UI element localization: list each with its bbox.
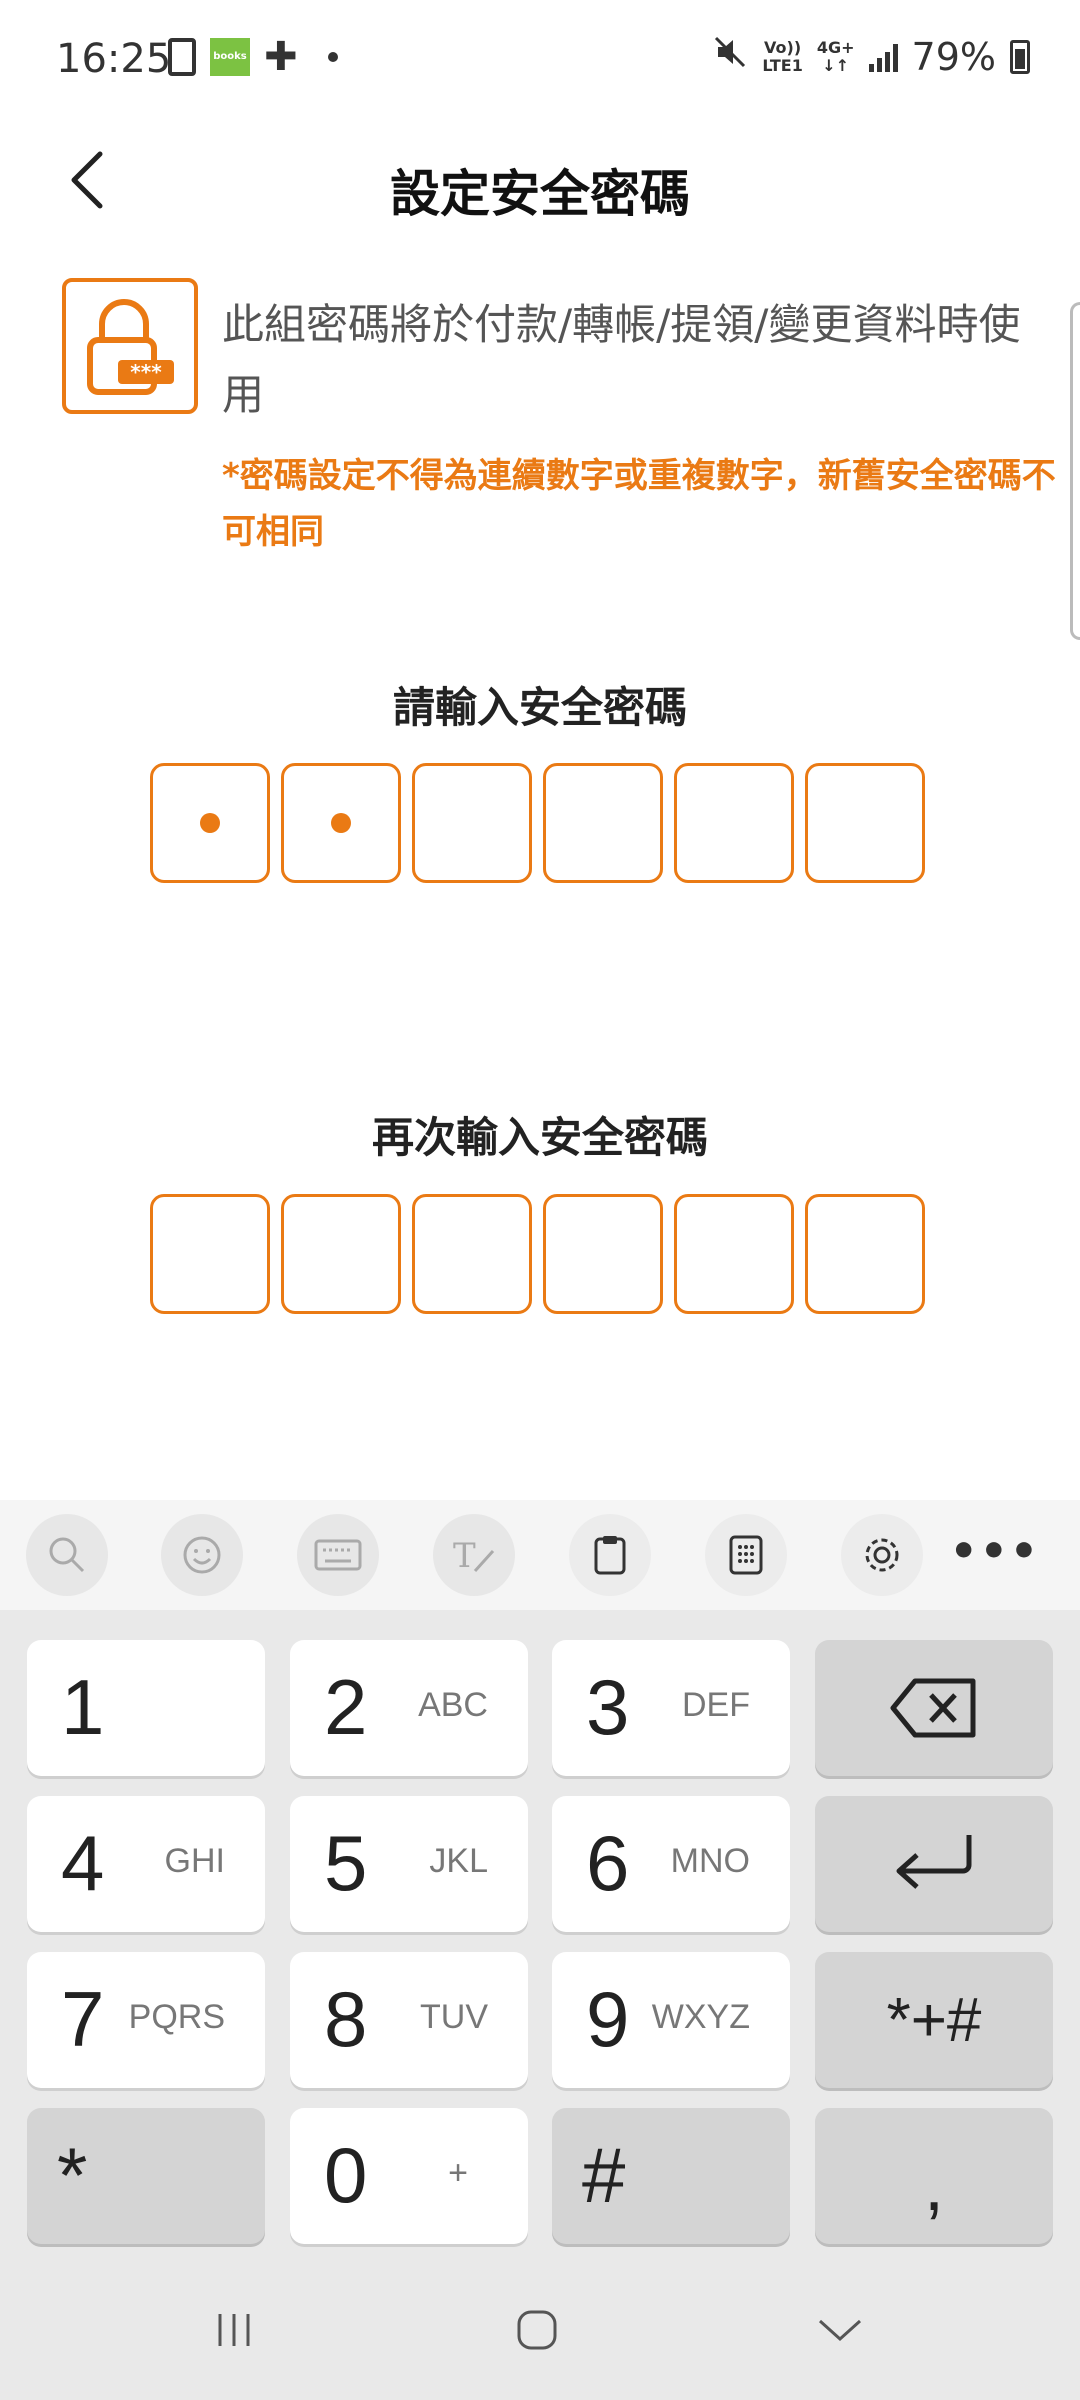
key-number: 5 [324,1819,368,1907]
key-6[interactable]: 6 MNO [552,1796,790,1932]
key-number: 4 [61,1819,105,1907]
battery-percent: 79% [911,34,996,79]
battery-icon [1010,39,1030,74]
key-number: 9 [586,1975,630,2063]
volte-label: Vo)) [764,37,802,57]
gear-icon[interactable] [841,1514,923,1596]
key-number: 8 [324,1975,368,2063]
key-letters: GHI [164,1842,225,1880]
pin-entry-row[interactable] [150,763,925,883]
keyboard-toolbar: T ••• [0,1500,1080,1610]
pin-dot [200,813,220,833]
status-right: Vo)) LTE1 4G+ ↓↑ 79% [712,34,1030,79]
star-label: * [57,2131,88,2219]
key-7[interactable]: 7 PQRS [27,1952,265,2088]
pin-box[interactable] [281,763,401,883]
lte-label: LTE1 [762,55,803,75]
system-nav-bar [0,2260,1080,2400]
pin-box[interactable] [412,1194,532,1314]
key-number: 7 [61,1975,105,2063]
volte-indicator: Vo)) LTE1 [762,37,803,75]
search-icon[interactable] [26,1514,108,1596]
more-icon[interactable]: ••• [950,1526,1040,1577]
key-4[interactable]: 4 GHI [27,1796,265,1932]
status-bar: 16:25 books ✚ Vo)) LTE1 4G+ ↓↑ 79% [0,0,1080,120]
pin-confirm-row[interactable] [150,1194,925,1314]
star-key[interactable]: * [27,2108,265,2244]
pin-box[interactable] [150,763,270,883]
status-left-icons: books ✚ [168,34,338,80]
pin-box[interactable] [543,763,663,883]
key-letters: TUV [420,1998,488,2036]
hash-key[interactable]: # [552,2108,790,2244]
backspace-key[interactable] [815,1640,1053,1776]
emoji-icon[interactable] [161,1514,243,1596]
key-number: 2 [324,1663,368,1751]
key-letters: DEF [682,1686,750,1724]
handwriting-icon[interactable]: T [433,1514,515,1596]
key-number: 6 [586,1819,630,1907]
page-title: 設定安全密碼 [390,165,690,223]
svg-text:***: *** [130,360,162,384]
pin-box[interactable] [674,763,794,883]
symbols-label: *+# [886,1985,982,2055]
network-label: 4G+ [816,37,855,57]
clipboard-icon[interactable] [569,1514,651,1596]
key-0[interactable]: 0 + [290,2108,528,2244]
enter-key[interactable] [815,1796,1053,1932]
symbols-key[interactable]: *+# [815,1952,1053,2088]
svg-text:T: T [453,1536,476,1576]
key-letters: ABC [418,1686,488,1724]
key-5[interactable]: 5 JKL [290,1796,528,1932]
key-letters: JKL [429,1842,488,1880]
key-number: 0 [324,2131,368,2219]
books-app-icon: books [210,38,250,76]
comma-label: , [923,2146,944,2226]
network-indicator: 4G+ ↓↑ [816,37,855,75]
key-letters: PQRS [128,1998,225,2036]
comma-key[interactable]: , [815,2108,1053,2244]
back-chevron-icon[interactable] [780,2290,900,2370]
hash-label: # [582,2131,626,2219]
key-letters: MNO [670,1842,750,1880]
key-letters: WXYZ [651,1998,750,2036]
recent-apps-icon[interactable] [174,2290,294,2370]
numpad-icon[interactable] [705,1514,787,1596]
pin-confirm-label: 再次輸入安全密碼 [371,1113,708,1162]
pin-box[interactable] [805,763,925,883]
backspace-icon [815,1640,1053,1776]
pin-box[interactable] [281,1194,401,1314]
key-1[interactable]: 1 [27,1640,265,1776]
home-icon[interactable] [477,2290,597,2370]
notice-warning: *密碼設定不得為連續數字或重複數字，新舊安全密碼不可相同 [222,456,1056,552]
pin-box[interactable] [543,1194,663,1314]
plus-icon: ✚ [264,34,298,80]
key-letters: + [448,2154,468,2192]
keyboard-icon[interactable] [297,1514,379,1596]
key-8[interactable]: 8 TUV [290,1952,528,2088]
pin-box[interactable] [805,1194,925,1314]
pin-box[interactable] [674,1194,794,1314]
numeric-keyboard: 1 2 ABC 3 DEF 4 GHI 5 JKL 6 MNO 7 PQRS 8… [0,1610,1080,2260]
enter-icon [815,1796,1053,1932]
key-number: 1 [61,1663,105,1751]
notification-dot-icon [327,52,338,62]
key-number: 3 [586,1663,630,1751]
status-time: 16:25 [56,36,172,82]
key-2[interactable]: 2 ABC [290,1640,528,1776]
mute-icon [712,34,748,79]
header: 設定安全密碼 [0,120,1080,240]
pin-box[interactable] [150,1194,270,1314]
key-9[interactable]: 9 WXYZ [552,1952,790,2088]
pin-entry-label: 請輸入安全密碼 [392,683,687,732]
pin-box[interactable] [412,763,532,883]
key-3[interactable]: 3 DEF [552,1640,790,1776]
lock-keypad-icon: *** [62,278,198,414]
phone-icon [168,38,196,76]
side-panel-handle[interactable] [1070,302,1080,640]
signal-icon [868,42,898,72]
pin-dot [331,813,351,833]
notice-text: 此組密碼將於付款/轉帳/提領/變更資料時使用 [222,300,1021,419]
